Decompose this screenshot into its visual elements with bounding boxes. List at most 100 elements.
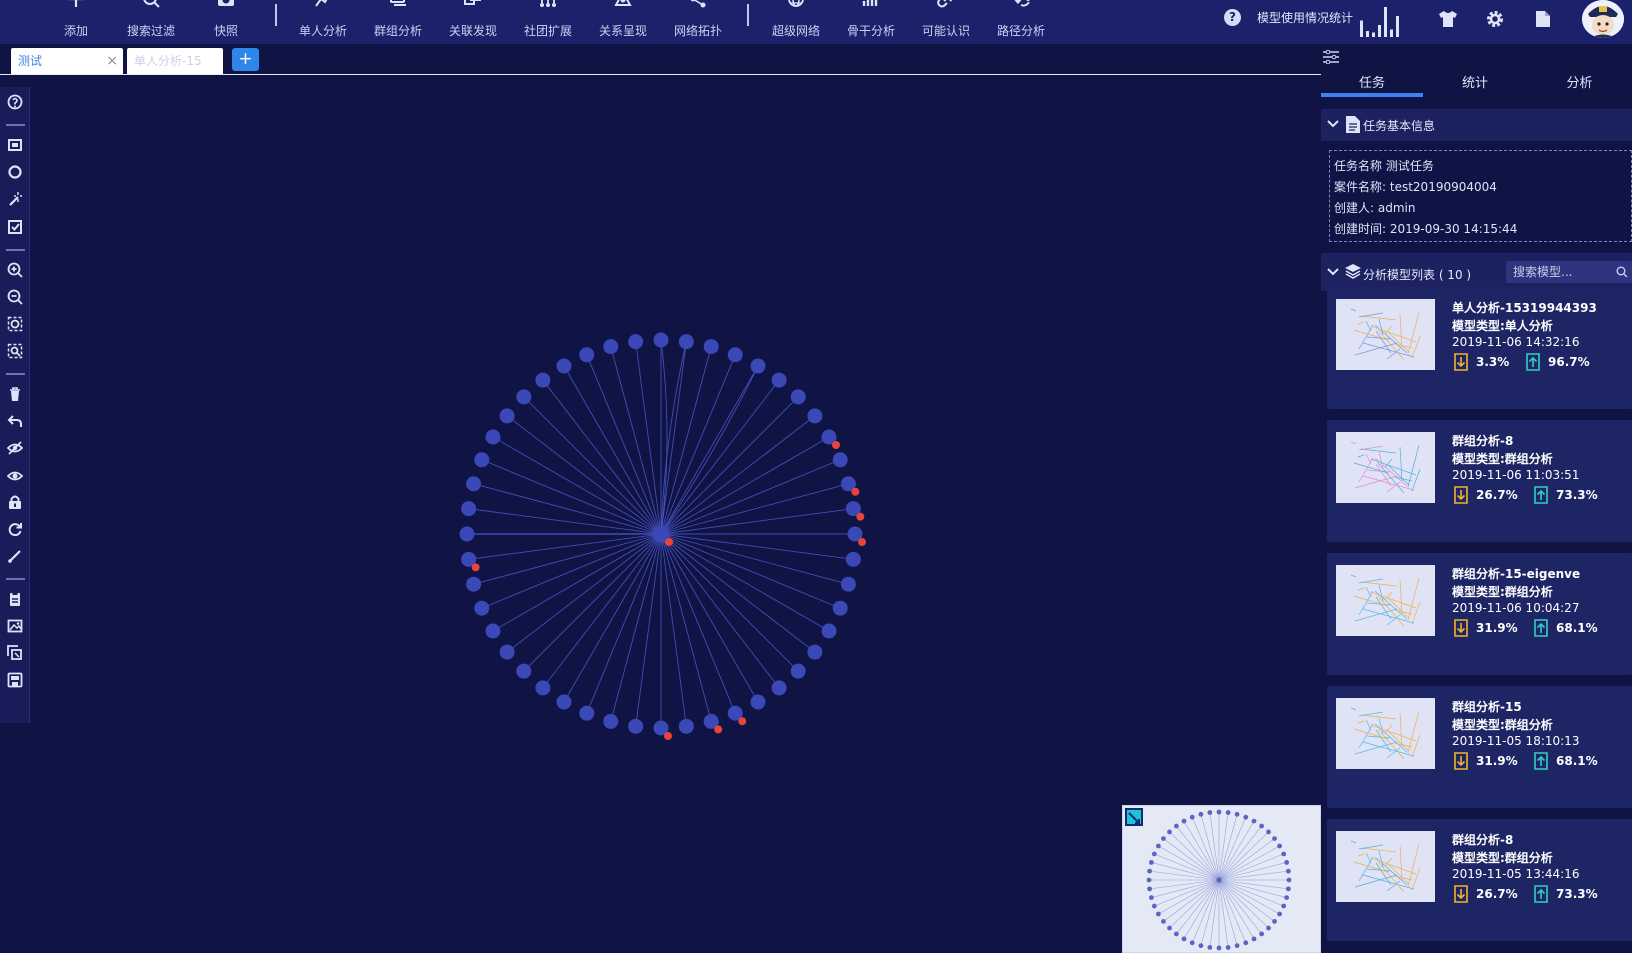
zoom-in-icon[interactable]	[5, 260, 25, 280]
tab-test[interactable]: 测试 ×	[11, 48, 123, 74]
graph-edge[interactable]	[660, 533, 830, 632]
graph-node[interactable]	[750, 694, 766, 710]
graph-edge[interactable]	[563, 533, 662, 703]
graph-node[interactable]	[678, 334, 694, 350]
graph-edge[interactable]	[610, 346, 662, 535]
clipboard-icon[interactable]	[5, 589, 25, 609]
graph-edge[interactable]	[492, 533, 662, 632]
graph-node[interactable]	[628, 718, 644, 734]
graph-edge[interactable]	[660, 436, 830, 535]
check-square-icon[interactable]	[5, 217, 25, 237]
graph-edge[interactable]	[660, 533, 849, 585]
graph-node[interactable]	[653, 332, 669, 348]
graph-edge[interactable]	[660, 533, 799, 672]
toolbar-button-globe[interactable]: 超级网络	[761, 0, 831, 44]
graph-edge[interactable]	[660, 341, 687, 535]
graph-edge[interactable]	[660, 483, 849, 535]
model-search-input[interactable]: 搜索模型...	[1506, 261, 1632, 283]
graph-node[interactable]	[474, 452, 490, 468]
toolbar-button-person-analysis[interactable]: 单人分析	[288, 0, 358, 44]
lock-icon[interactable]	[5, 492, 25, 512]
refresh-icon[interactable]	[5, 519, 25, 539]
graph-edge[interactable]	[492, 436, 662, 535]
graph-node[interactable]	[603, 339, 619, 355]
graph-node[interactable]	[807, 408, 823, 424]
model-card[interactable]: 群组分析-15 模型类型:群组分析 2019-11-05 18:10:13 31.9%…	[1327, 686, 1632, 808]
tab-statistics[interactable]: 统计	[1423, 72, 1527, 96]
model-usage-label[interactable]: 模型使用情况统计	[1257, 9, 1353, 26]
shirt-icon[interactable]	[1437, 8, 1459, 30]
layout-icon[interactable]	[5, 643, 25, 663]
graph-edge[interactable]	[635, 533, 662, 727]
graph-node[interactable]	[821, 623, 837, 639]
panel-menu-icon[interactable]	[1323, 50, 1339, 64]
graph-node[interactable]	[845, 551, 861, 567]
toolbar-button-relation-triangle[interactable]: 关系呈现	[588, 0, 658, 44]
graph-node[interactable]	[535, 372, 551, 388]
close-icon[interactable]: ×	[106, 48, 118, 74]
graph-edge[interactable]	[635, 341, 662, 535]
graph-node[interactable]	[832, 452, 848, 468]
graph-edge[interactable]	[473, 533, 662, 585]
graph-node[interactable]	[832, 600, 848, 616]
model-thumbnail[interactable]	[1336, 299, 1435, 370]
graph-edge[interactable]	[563, 365, 662, 535]
model-list-header[interactable]: 分析模型列表 ( 10 ) 搜索模型...	[1321, 253, 1632, 291]
model-card[interactable]: 单人分析-15319944393 模型类型:单人分析 2019-11-06 14:3…	[1327, 287, 1632, 409]
magic-wand-icon[interactable]	[5, 189, 25, 209]
graph-node[interactable]	[499, 644, 515, 660]
toolbar-button-link-chain[interactable]: 可能认识	[911, 0, 981, 44]
zoom-out-icon[interactable]	[5, 287, 25, 307]
undo-icon[interactable]	[5, 411, 25, 431]
help-circle-icon[interactable]	[5, 92, 25, 112]
graph-node[interactable]	[771, 680, 787, 696]
minimap-toggle-icon[interactable]	[1125, 808, 1143, 826]
graph-edge[interactable]	[523, 396, 662, 535]
search-icon[interactable]	[1616, 266, 1628, 278]
help-icon[interactable]: ?	[1224, 9, 1241, 26]
graph-edge[interactable]	[660, 533, 854, 560]
graph-node[interactable]	[485, 623, 501, 639]
frame-select-icon[interactable]	[5, 135, 25, 155]
graph-node[interactable]	[790, 389, 806, 405]
graph-node[interactable]	[466, 576, 482, 592]
show-icon[interactable]	[5, 466, 25, 486]
model-thumbnail[interactable]	[1336, 698, 1435, 769]
toolbar-button-backbone-chart[interactable]: 骨干分析	[836, 0, 906, 44]
graph-minimap[interactable]	[1122, 805, 1321, 953]
toolbar-button-community-tree[interactable]: 社团扩展	[513, 0, 583, 44]
tab-single-analysis[interactable]: 单人分析-15	[127, 48, 223, 74]
graph-node[interactable]	[603, 713, 619, 729]
graph-edge[interactable]	[660, 459, 841, 535]
graph-node[interactable]	[461, 501, 477, 517]
toolbar-button-link-discovery[interactable]: 关联发现	[438, 0, 508, 44]
graph-node[interactable]	[516, 389, 532, 405]
usage-bars-icon[interactable]	[1360, 5, 1406, 37]
hide-icon[interactable]	[5, 438, 25, 458]
graph-node[interactable]	[579, 705, 595, 721]
graph-node[interactable]	[556, 694, 572, 710]
graph-edge[interactable]	[660, 508, 854, 535]
fit-selection-icon[interactable]	[5, 341, 25, 361]
lasso-icon[interactable]	[5, 162, 25, 182]
graph-edge[interactable]	[473, 483, 662, 535]
model-card[interactable]: 群组分析-8 模型类型:群组分析 2019-11-06 11:03:51 26.7% 7…	[1327, 420, 1632, 542]
graph-node[interactable]	[678, 718, 694, 734]
toolbar-button-network-topology[interactable]: 网络拓扑	[663, 0, 733, 44]
graph-node[interactable]	[790, 663, 806, 679]
document-icon[interactable]	[1532, 8, 1554, 30]
model-thumbnail[interactable]	[1336, 831, 1435, 902]
graph-node[interactable]	[499, 408, 515, 424]
graph-node[interactable]	[516, 663, 532, 679]
model-card[interactable]: 群组分析-8 模型类型:群组分析 2019-11-05 13:44:16 26.7% 7…	[1327, 819, 1632, 941]
graph-edge[interactable]	[468, 533, 662, 560]
fit-view-icon[interactable]	[5, 314, 25, 334]
graph-edge[interactable]	[660, 533, 841, 609]
add-tab-button[interactable]: +	[232, 48, 259, 71]
trash-icon[interactable]	[5, 384, 25, 404]
graph-node[interactable]	[535, 680, 551, 696]
graph-edge[interactable]	[660, 339, 668, 535]
graph-node[interactable]	[485, 429, 501, 445]
toolbar-button-group-analysis[interactable]: 群组分析	[363, 0, 433, 44]
graph-node[interactable]	[474, 600, 490, 616]
